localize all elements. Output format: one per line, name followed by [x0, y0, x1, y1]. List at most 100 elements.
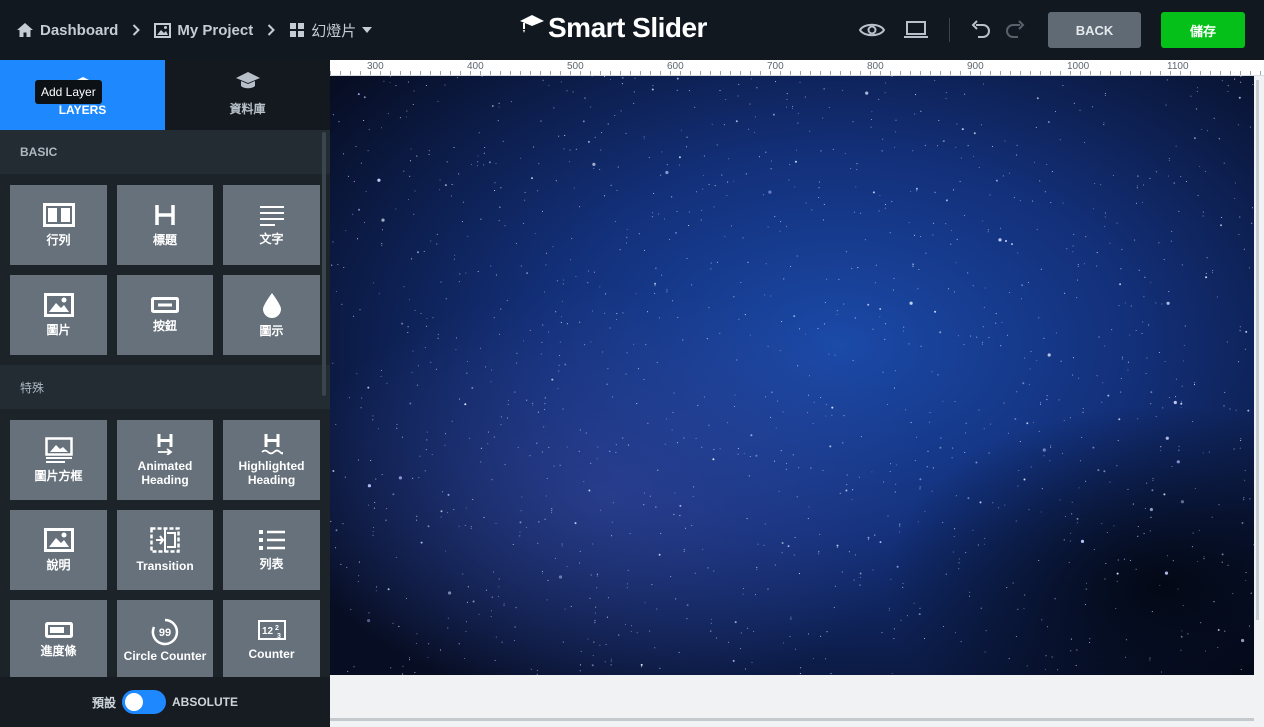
star — [967, 497, 970, 500]
star — [780, 221, 782, 223]
laptop-device-icon[interactable] — [899, 13, 933, 47]
star — [578, 450, 580, 452]
star — [643, 504, 645, 506]
star — [651, 584, 653, 586]
star — [409, 160, 412, 162]
canvas-horizontal-scrollbar[interactable] — [330, 718, 1254, 721]
star — [984, 651, 986, 653]
star — [804, 96, 806, 98]
star — [1117, 440, 1119, 442]
layer-progress-bar-tile[interactable]: 進度條 — [10, 600, 107, 677]
star — [597, 446, 599, 448]
star — [477, 155, 479, 157]
layer-row-tile[interactable]: 行列 — [10, 185, 107, 265]
layer-list-tile[interactable]: 列表 — [223, 510, 320, 590]
layer-button-tile[interactable]: 按鈕 — [117, 275, 213, 355]
star — [541, 210, 544, 212]
star — [1165, 104, 1167, 106]
star — [677, 316, 679, 318]
star — [645, 344, 647, 346]
ruler-tick — [850, 71, 851, 75]
star — [358, 575, 360, 577]
layer-caption-tile[interactable]: 說明 — [10, 510, 107, 590]
star — [713, 206, 715, 208]
star — [846, 474, 848, 476]
star — [1013, 197, 1015, 199]
slide-background-image[interactable] — [330, 76, 1254, 675]
star — [398, 625, 400, 627]
star — [575, 148, 577, 150]
star — [1196, 90, 1198, 93]
star — [728, 158, 730, 160]
redo-icon[interactable] — [998, 13, 1032, 47]
tab-layers[interactable]: LAYERS Add Layer — [0, 60, 165, 130]
ruler-label: 900 — [967, 61, 984, 72]
star — [654, 292, 656, 294]
star — [738, 318, 740, 320]
star — [1046, 399, 1048, 401]
star — [1185, 180, 1188, 183]
star — [453, 258, 455, 260]
star — [551, 378, 554, 381]
star — [895, 483, 897, 485]
save-button[interactable]: 儲存 — [1161, 12, 1245, 48]
star — [423, 250, 425, 253]
star — [787, 545, 790, 548]
star — [742, 593, 744, 595]
undo-icon[interactable] — [964, 13, 998, 47]
star — [396, 423, 398, 425]
canvas-vertical-scrollbar[interactable] — [1256, 80, 1259, 620]
editor-canvas: 300 400 500 600 700 800 900 1000 1100 — [330, 60, 1264, 727]
preview-eye-icon[interactable] — [855, 13, 889, 47]
star — [458, 398, 461, 400]
breadcrumb-project[interactable]: My Project — [154, 22, 253, 39]
star — [1030, 350, 1032, 353]
star — [471, 386, 474, 389]
star — [652, 212, 654, 214]
star — [981, 341, 984, 343]
sidebar-scrollbar[interactable] — [322, 132, 326, 396]
breadcrumb-label: 幻燈片 — [311, 22, 357, 40]
layer-transition-tile[interactable]: Transition — [117, 510, 213, 590]
star — [834, 354, 836, 356]
star — [818, 196, 820, 199]
star — [1135, 329, 1137, 331]
star — [1152, 479, 1154, 482]
star — [945, 223, 947, 225]
layer-circle-counter-tile[interactable]: 99 Circle Counter — [117, 600, 213, 677]
layer-text-tile[interactable]: 文字 — [223, 185, 320, 265]
star — [767, 588, 769, 590]
star — [1226, 341, 1228, 343]
star — [1181, 385, 1183, 387]
star — [1244, 470, 1246, 472]
breadcrumb-slide[interactable]: 幻燈片 — [289, 20, 373, 41]
star — [414, 309, 416, 311]
star — [1149, 507, 1153, 512]
tab-library[interactable]: 資料庫 — [165, 60, 330, 130]
layer-highlighted-heading-tile[interactable]: Highlighted Heading — [223, 420, 320, 500]
layer-heading-tile[interactable]: 標題 — [117, 185, 213, 265]
star — [785, 226, 788, 228]
star — [451, 183, 453, 185]
star — [377, 178, 381, 182]
positioning-toggle[interactable] — [122, 690, 166, 714]
ruler-tick — [910, 71, 911, 75]
breadcrumb-dashboard[interactable]: Dashboard — [16, 22, 118, 39]
star — [970, 335, 972, 337]
star — [445, 298, 447, 300]
star — [1193, 384, 1196, 386]
star — [721, 174, 723, 176]
layer-image-tile[interactable]: 圖片 — [10, 275, 107, 355]
star — [558, 370, 560, 372]
back-button[interactable]: BACK — [1048, 12, 1141, 48]
ruler-tick — [520, 71, 521, 75]
star — [1136, 185, 1138, 187]
star — [507, 403, 509, 406]
layer-image-box-tile[interactable]: 圖片方框 — [10, 420, 107, 500]
layer-animated-heading-tile[interactable]: Animated Heading — [117, 420, 213, 500]
layer-icon-tile[interactable]: 圖示 — [223, 275, 320, 355]
tile-label: 進度條 — [40, 644, 77, 658]
star — [957, 335, 959, 337]
layer-counter-tile[interactable]: 12 2 3 Counter — [223, 600, 320, 677]
star — [836, 544, 839, 547]
